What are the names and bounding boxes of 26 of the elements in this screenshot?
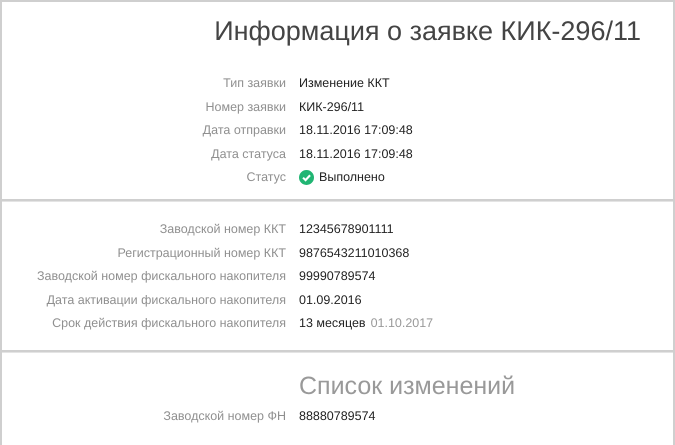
field-label: Регистрационный номер ККТ [116, 244, 286, 262]
field-value: 01.09.2016 [299, 292, 362, 308]
field-value: 88880789574 [299, 408, 376, 425]
field-value: 13 месяцев [299, 315, 366, 332]
field-label: Тип заявки [222, 75, 286, 92]
field-label: Заводской номер ККТ [158, 221, 286, 238]
field-label: Срок действия фискального накопителя [51, 315, 286, 332]
field-label: Заводской номер фискального накопителя [36, 268, 286, 285]
field-value: КИК-296/11 [299, 98, 364, 116]
field-value: 99990789574 [299, 268, 376, 285]
check-circle-icon [299, 170, 314, 186]
section-title: Список изменений [299, 371, 516, 401]
field-label: Статус [245, 169, 286, 186]
field-value: 12345678901111 [299, 221, 394, 238]
field-label: Номер заявки [204, 98, 286, 116]
field-value: 18.11.2016 17:09:48 [299, 122, 413, 139]
status-text: Выполнено [319, 169, 385, 186]
field-value: 9876543211010368 [299, 244, 410, 262]
field-label: Заводской номер ФН [162, 408, 286, 425]
field-label: Дата активации фискального накопителя [46, 292, 286, 309]
date-note: 01.10.2017 [370, 315, 434, 332]
field-label: Дата отправки [202, 122, 286, 139]
page-title: Информация о заявке КИК-296/11 [213, 15, 641, 48]
field-label: Дата статуса [210, 146, 286, 163]
field-value: Изменение ККТ [299, 75, 390, 92]
field-value: 18.11.2016 17:09:48 [299, 146, 413, 162]
